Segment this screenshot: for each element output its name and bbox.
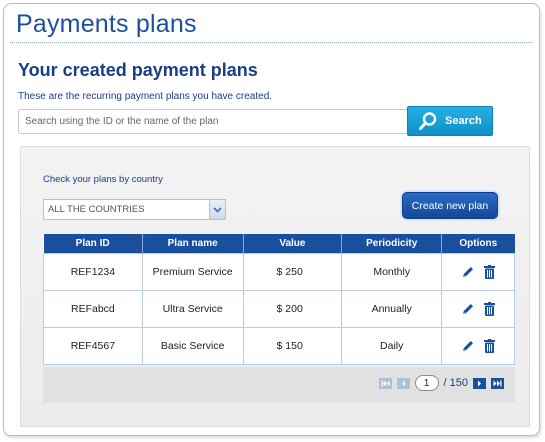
plan-periodicity-cell: Monthly: [341, 252, 443, 291]
next-page-icon: [478, 380, 481, 386]
page-frame: Payments plans Your created payment plan…: [3, 3, 540, 436]
trash-icon[interactable]: [484, 264, 496, 279]
column-header-value: Value: [243, 234, 343, 253]
plan-options-cell: [441, 326, 515, 365]
section-subtitle: These are the recurring payment plans yo…: [18, 91, 273, 102]
country-select[interactable]: ALL THE COUNTRIES: [43, 199, 226, 220]
trash-icon[interactable]: [484, 301, 496, 316]
search-input[interactable]: [18, 109, 408, 134]
plan-name-cell: Ultra Service: [141, 289, 244, 328]
plan-id-cell: REF1234: [43, 252, 143, 291]
plan-name-cell: Basic Service: [141, 326, 244, 365]
column-header-plan-id: Plan ID: [43, 234, 143, 253]
column-header-periodicity: Periodicity: [341, 234, 443, 253]
table-header-row: Plan ID Plan name Value Periodicity Opti…: [43, 234, 515, 253]
last-page-button[interactable]: [491, 377, 504, 389]
plans-panel: Check your plans by country ALL THE COUN…: [20, 146, 530, 427]
column-header-options: Options: [441, 234, 515, 253]
pencil-icon[interactable]: [461, 302, 475, 316]
pencil-icon[interactable]: [461, 339, 475, 353]
last-page-icon: [493, 380, 502, 386]
page-total: / 150: [443, 377, 468, 389]
previous-page-button[interactable]: [396, 377, 410, 389]
country-filter-label: Check your plans by country: [43, 174, 163, 185]
pagination-bar: / 150: [43, 367, 515, 403]
trash-icon[interactable]: [484, 338, 496, 353]
first-page-button[interactable]: [378, 377, 392, 389]
search-icon: [418, 111, 438, 131]
plan-id-cell: REF4567: [43, 326, 143, 365]
first-page-icon: [381, 380, 390, 386]
column-header-plan-name: Plan name: [142, 234, 244, 253]
next-page-button[interactable]: [473, 377, 486, 389]
plan-periodicity-cell: Annually: [341, 289, 443, 328]
plan-value-cell: $ 150: [242, 326, 343, 365]
title-divider: [10, 42, 533, 43]
chevron-down-icon[interactable]: [209, 200, 225, 219]
page-number-input[interactable]: [414, 375, 439, 391]
plan-options-cell: [441, 289, 515, 328]
country-select-value: ALL THE COUNTRIES: [48, 204, 145, 215]
previous-page-icon: [401, 380, 405, 386]
table-row: REF4567 Basic Service $ 150 Daily: [43, 326, 515, 365]
plan-value-cell: $ 250: [242, 252, 343, 291]
section-title: Your created payment plans: [18, 60, 258, 80]
plan-periodicity-cell: Daily: [341, 326, 443, 365]
create-plan-button[interactable]: Create new plan: [402, 192, 498, 219]
plan-value-cell: $ 200: [242, 289, 343, 328]
pencil-icon[interactable]: [461, 265, 475, 279]
search-button[interactable]: Search: [407, 106, 493, 136]
plan-id-cell: REFabcd: [43, 289, 143, 328]
plans-table: Plan ID Plan name Value Periodicity Opti…: [43, 234, 515, 365]
table-row: REFabcd Ultra Service $ 200 Annually: [43, 289, 515, 328]
table-row: REF1234 Premium Service $ 250 Monthly: [43, 252, 515, 291]
plan-name-cell: Premium Service: [141, 252, 244, 291]
pagination: / 150: [378, 375, 504, 391]
page-title: Payments plans: [16, 10, 197, 38]
search-button-label: Search: [445, 115, 482, 127]
plan-options-cell: [441, 252, 515, 291]
